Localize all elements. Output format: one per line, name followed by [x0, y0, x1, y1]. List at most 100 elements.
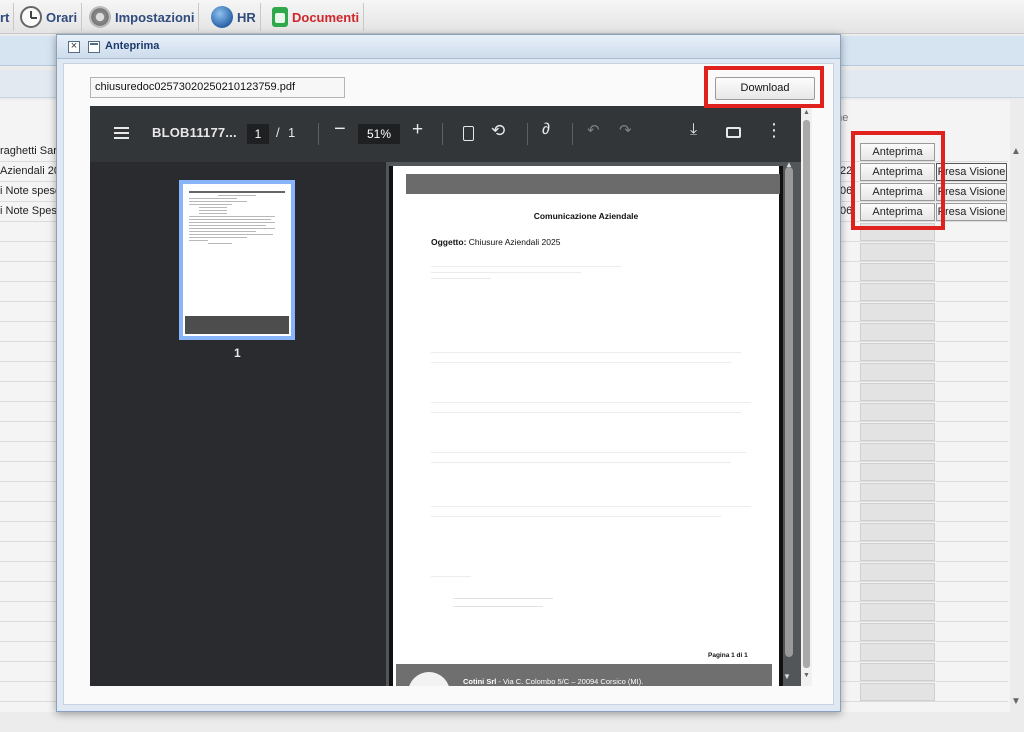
thumbnail-footer — [185, 316, 289, 334]
empty-cell — [860, 443, 935, 461]
page-counter: Pagina 1 di 1 — [708, 652, 748, 659]
documents-icon — [272, 7, 288, 27]
letterhead-band — [406, 174, 780, 194]
thumbnail-sidebar: 1 — [90, 162, 386, 686]
top-menu-bar: rt Orari Impostazioni HR Documenti — [0, 0, 1024, 34]
pdf-page: Comunicazione Aziendale Oggetto: Chiusur… — [389, 166, 783, 686]
dialog-body: chiusuredoc02573020250210123759.pdf Down… — [63, 63, 834, 705]
menu-icon[interactable] — [114, 127, 129, 139]
hr-icon — [211, 6, 233, 28]
acknowledge-button[interactable]: Presa Visione — [936, 183, 1007, 201]
zoom-input[interactable]: 51% — [358, 124, 400, 144]
dialog-title: Anteprima — [105, 40, 160, 52]
page-thumbnail[interactable] — [179, 180, 295, 340]
empty-cell — [860, 383, 935, 401]
menu-item-label: Documenti — [292, 9, 360, 25]
zoom-in-icon[interactable]: + — [412, 119, 423, 141]
acknowledge-button[interactable]: Presa Visione — [936, 203, 1007, 221]
row-title: Aziendali 2025 — [0, 165, 64, 177]
row-title: i Note Spese — [0, 205, 63, 217]
menu-item-label: Orari — [46, 9, 78, 25]
pdf-title: BLOB11177... — [152, 125, 237, 140]
company-name: Cotini Srl — [463, 677, 497, 686]
undo-icon[interactable]: ↶ — [587, 121, 600, 139]
document-subject: Oggetto: Chiusure Aziendali 2025 — [431, 237, 560, 247]
menu-item-label: rt — [0, 9, 10, 25]
filename-field[interactable]: chiusuredoc02573020250210123759.pdf — [90, 77, 345, 98]
pdf-viewer: BLOB11177... 1 / 1 − 51% + ⟲ ∂ ↶ ↷ ⤓ ⋮ 1… — [90, 106, 812, 686]
empty-cell — [860, 623, 935, 641]
empty-cell — [860, 423, 935, 441]
menu-item-impostazioni[interactable]: Impostazioni — [87, 3, 200, 31]
maximize-icon[interactable] — [88, 41, 100, 53]
menu-item-orari[interactable]: Orari — [18, 3, 83, 31]
document-pane: Comunicazione Aziendale Oggetto: Chiusur… — [386, 160, 812, 686]
letterhead-footer: Cotini Srl - Via C. Colombo 5/C – 20094 … — [396, 664, 772, 686]
more-options-icon[interactable]: ⋮ — [765, 120, 783, 141]
menu-item-hr[interactable]: HR — [209, 3, 261, 31]
scrollbar-thumb[interactable] — [803, 120, 810, 668]
empty-cell — [860, 323, 935, 341]
company-address-line: - Via C. Colombo 5/C – 20094 Corsico (MI… — [496, 677, 644, 686]
company-logo — [408, 672, 450, 686]
scroll-down-arrow-icon[interactable]: ▼ — [783, 672, 791, 681]
empty-cell — [860, 503, 935, 521]
row-title: raghetti Sarde — [0, 145, 64, 157]
clock-icon — [20, 6, 42, 28]
acknowledge-button[interactable]: Presa Visione — [936, 163, 1007, 181]
page-separator: / — [276, 125, 280, 140]
print-icon[interactable] — [726, 127, 741, 138]
empty-cell — [860, 303, 935, 321]
scroll-up-arrow-icon[interactable]: ▲ — [1011, 146, 1021, 157]
pdf-toolbar: BLOB11177... 1 / 1 − 51% + ⟲ ∂ ↶ ↷ ⤓ ⋮ — [90, 106, 812, 162]
scroll-down-arrow-icon[interactable]: ▼ — [803, 672, 810, 679]
page-number-input[interactable]: 1 — [247, 124, 269, 144]
menu-item-documenti[interactable]: Documenti — [270, 3, 365, 31]
empty-cell — [860, 363, 935, 381]
redo-icon[interactable]: ↷ — [619, 121, 632, 139]
empty-cell — [860, 683, 935, 701]
viewer-scrollbar[interactable]: ▲ ▼ — [801, 106, 812, 686]
annotate-icon[interactable]: ∂ — [542, 121, 550, 139]
rotate-icon[interactable]: ⟲ — [491, 121, 505, 141]
empty-cell — [860, 523, 935, 541]
company-address: Cotini Srl - Via C. Colombo 5/C – 20094 … — [463, 677, 643, 686]
menu-item-label: Impostazioni — [115, 9, 195, 25]
empty-cell — [860, 463, 935, 481]
highlight-preview-buttons — [851, 131, 945, 230]
zoom-out-icon[interactable]: − — [334, 118, 346, 141]
empty-cell — [860, 663, 935, 681]
empty-cell — [860, 403, 935, 421]
toolbar-divider — [442, 123, 443, 145]
gear-icon — [89, 6, 111, 28]
empty-cell — [860, 343, 935, 361]
scroll-down-arrow-icon[interactable]: ▼ — [1011, 696, 1021, 707]
empty-cell — [860, 483, 935, 501]
empty-cell — [860, 543, 935, 561]
empty-cell — [860, 563, 935, 581]
menu-item-label: HR — [237, 9, 256, 25]
document-heading: Comunicazione Aziendale — [533, 211, 639, 221]
subject-label: Oggetto: — [431, 237, 467, 247]
empty-cell — [860, 603, 935, 621]
close-icon[interactable]: × — [68, 41, 80, 53]
empty-cell — [860, 243, 935, 261]
toolbar-divider — [318, 123, 319, 145]
scroll-up-arrow-icon[interactable]: ▲ — [803, 109, 810, 116]
thumbnail-page-number: 1 — [234, 346, 241, 360]
document-scrollbar[interactable] — [785, 167, 793, 657]
menu-item-truncated[interactable]: rt — [0, 3, 15, 31]
highlight-download-button — [704, 66, 824, 108]
subject-value: Chiusure Aziendali 2025 — [466, 237, 561, 247]
page-total: 1 — [288, 125, 296, 140]
download-icon[interactable]: ⤓ — [690, 121, 697, 139]
empty-cell — [860, 283, 935, 301]
empty-cell — [860, 643, 935, 661]
toolbar-divider — [527, 123, 528, 145]
fit-page-icon[interactable] — [463, 126, 474, 141]
dialog-titlebar: × Anteprima — [57, 35, 840, 59]
preview-dialog: × Anteprima chiusuredoc02573020250210123… — [56, 34, 841, 712]
empty-cell — [860, 583, 935, 601]
empty-cell — [860, 263, 935, 281]
toolbar-divider — [572, 123, 573, 145]
